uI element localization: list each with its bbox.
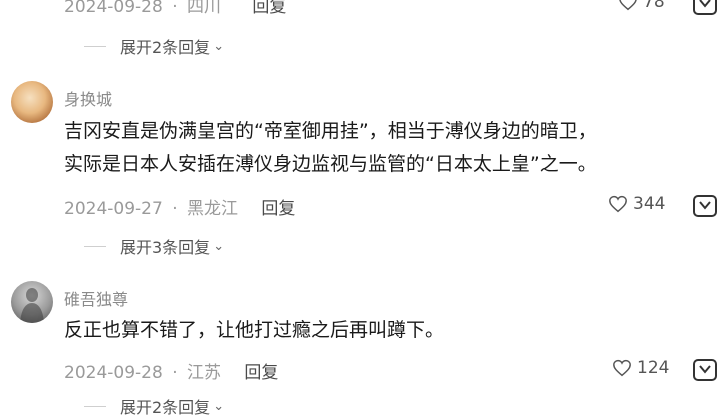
like-count: 124: [637, 358, 670, 378]
comment-text-line-1: 反正也算不错了，让他打过瘾之后再叫蹲下。: [64, 319, 445, 341]
expand-replies-label: 展开3条回复: [120, 238, 211, 257]
like-button[interactable]: 344: [608, 194, 665, 214]
comment-location: 黑龙江: [187, 199, 239, 219]
divider: [84, 245, 106, 247]
comment-date: 2024-09-28: [64, 0, 163, 17]
dislike-icon: [693, 359, 717, 381]
avatar[interactable]: [11, 81, 53, 123]
comment-meta: 2024-09-28 · 江苏 回复: [64, 363, 279, 383]
heart-outline-icon: [609, 195, 627, 213]
chevron-down-icon: ⌄: [213, 238, 225, 254]
username[interactable]: 碓吾独尊: [64, 286, 128, 310]
expand-replies-button[interactable]: 展开3条回复 ⌄: [84, 234, 224, 258]
comment-meta: 2024-09-28 · 四川 回复: [64, 0, 286, 17]
heart-outline-icon: [613, 359, 631, 377]
comment-meta: 2024-09-27 · 黑龙江 回复: [64, 199, 296, 219]
avatar[interactable]: [11, 281, 53, 323]
comment-location: 江苏: [187, 363, 222, 383]
like-count: 344: [633, 194, 666, 214]
dislike-button[interactable]: [690, 190, 720, 224]
dislike-icon: [693, 195, 717, 217]
comment-text-line-1: 吉冈安直是伪满皇宫的“帝室御用挂”，相当于溥仪身边的暗卫，: [64, 120, 597, 142]
avatar-figure-icon: [20, 288, 44, 323]
divider: [84, 405, 106, 407]
heart-outline-icon: [619, 0, 637, 11]
chevron-down-icon: ⌄: [213, 398, 225, 414]
dislike-button[interactable]: [690, 0, 720, 22]
comment-location: 四川: [187, 0, 222, 17]
username[interactable]: 身换城: [64, 86, 112, 110]
reply-button[interactable]: 回复: [261, 199, 295, 219]
divider: [84, 45, 106, 47]
reply-button[interactable]: 回复: [244, 363, 278, 383]
reply-button[interactable]: 回复: [252, 0, 286, 17]
comment-date: 2024-09-28: [64, 363, 163, 383]
expand-replies-label: 展开2条回复: [120, 38, 211, 57]
dislike-icon: [693, 0, 717, 15]
like-button[interactable]: 124: [612, 358, 669, 378]
expand-replies-button[interactable]: 展开2条回复 ⌄: [84, 394, 224, 418]
comment-date: 2024-09-27: [64, 199, 163, 219]
expand-replies-button[interactable]: 展开2条回复 ⌄: [84, 34, 224, 58]
comment-text-line-2: 实际是日本人安插在溥仪身边监视与监管的“日本太上皇”之一。: [64, 153, 597, 175]
dislike-button[interactable]: [690, 354, 720, 388]
like-count: 78: [643, 0, 665, 12]
like-button[interactable]: 78: [618, 0, 665, 12]
chevron-down-icon: ⌄: [213, 38, 225, 54]
expand-replies-label: 展开2条回复: [120, 398, 211, 417]
